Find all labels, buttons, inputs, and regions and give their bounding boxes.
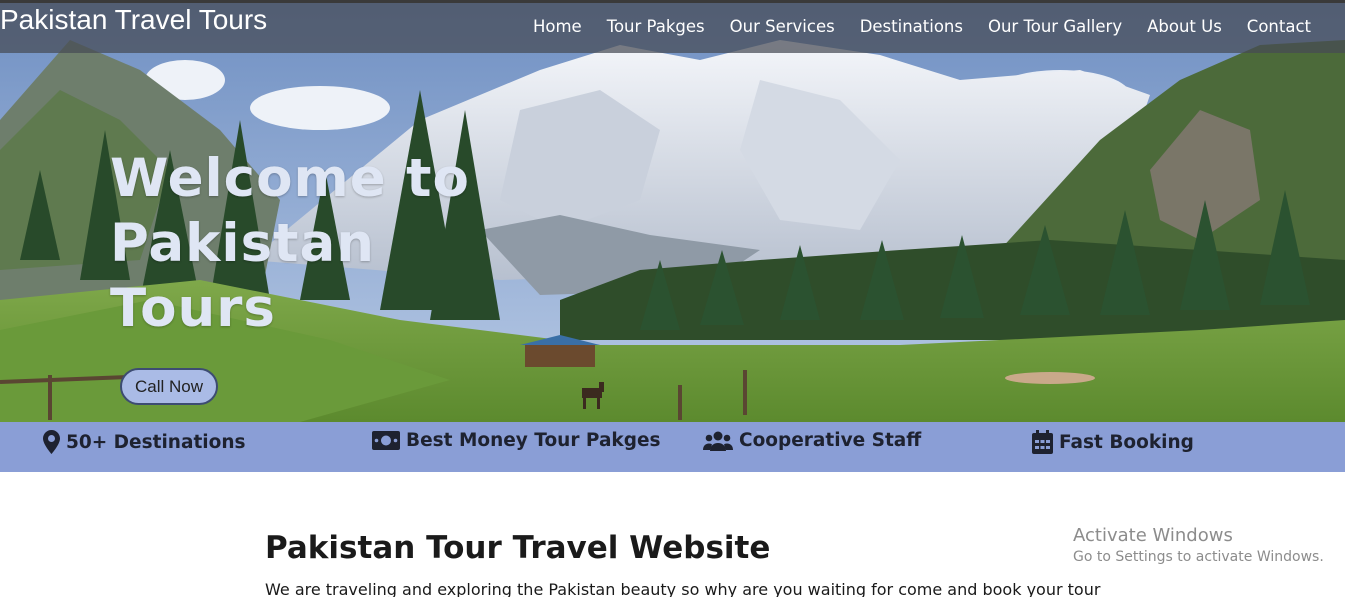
hero-title: Welcome to Pakistan Tours	[110, 148, 470, 339]
feature-label: 50+ Destinations	[66, 431, 246, 453]
feature-label: Fast Booking	[1059, 431, 1194, 453]
content-text: We are traveling and exploring the Pakis…	[265, 580, 1101, 597]
nav-contact[interactable]: Contact	[1247, 17, 1311, 36]
watermark-line2: Go to Settings to activate Windows.	[1073, 549, 1324, 565]
feature-destinations: 50+ Destinations	[43, 430, 246, 454]
feature-label: Best Money Tour Pakges	[406, 430, 661, 451]
features-bar: 50+ Destinations Best Money Tour Pakges …	[0, 422, 1345, 472]
nav-tour-packages[interactable]: Tour Pakges	[607, 17, 705, 36]
main-nav: Home Tour Pakges Our Services Destinatio…	[533, 17, 1311, 36]
map-marker-icon	[43, 430, 60, 454]
call-now-button[interactable]: Call Now	[120, 368, 218, 405]
users-icon	[703, 431, 733, 451]
money-icon	[372, 431, 400, 450]
feature-staff: Cooperative Staff	[703, 430, 921, 451]
top-navigation-bar: Pakistan Travel Tours Home Tour Pakges O…	[0, 0, 1345, 53]
nav-home[interactable]: Home	[533, 17, 582, 36]
feature-booking: Fast Booking	[1032, 430, 1194, 454]
windows-activation-watermark: Activate Windows Go to Settings to activ…	[1073, 525, 1324, 565]
feature-money-packages: Best Money Tour Pakges	[372, 430, 661, 451]
hero-section: Pakistan Travel Tours Home Tour Pakges O…	[0, 0, 1345, 422]
nav-about-us[interactable]: About Us	[1147, 17, 1222, 36]
content-title: Pakistan Tour Travel Website	[265, 530, 771, 566]
calendar-icon	[1032, 430, 1053, 454]
feature-label: Cooperative Staff	[739, 430, 922, 451]
site-brand[interactable]: Pakistan Travel Tours	[0, 4, 267, 36]
nav-tour-gallery[interactable]: Our Tour Gallery	[988, 17, 1122, 36]
watermark-line1: Activate Windows	[1073, 525, 1233, 546]
nav-our-services[interactable]: Our Services	[730, 17, 835, 36]
nav-destinations[interactable]: Destinations	[860, 17, 963, 36]
